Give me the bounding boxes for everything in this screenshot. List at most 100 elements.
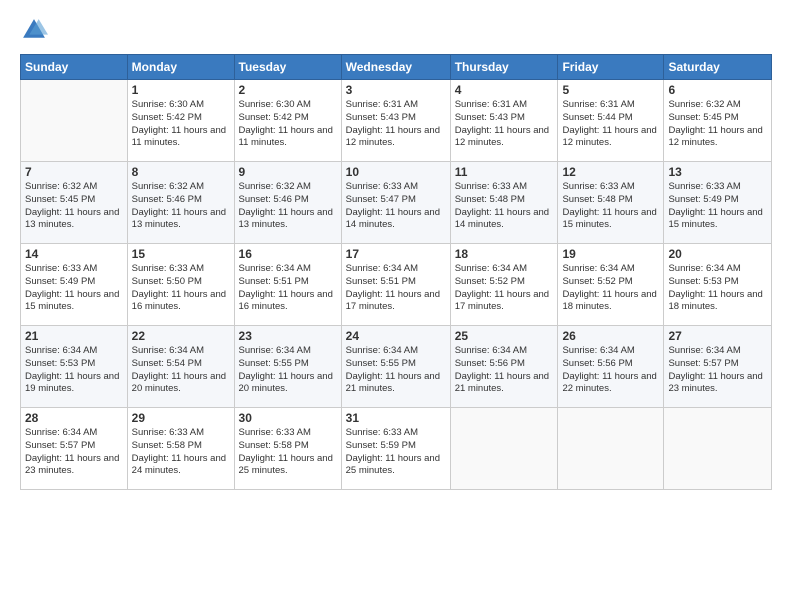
calendar-cell: 1 Sunrise: 6:30 AMSunset: 5:42 PMDaylight… bbox=[127, 80, 234, 162]
day-number: 19 bbox=[562, 247, 659, 261]
day-info: Sunrise: 6:34 AMSunset: 5:55 PMDaylight:… bbox=[346, 345, 446, 396]
day-number: 2 bbox=[239, 83, 337, 97]
day-info: Sunrise: 6:34 AMSunset: 5:56 PMDaylight:… bbox=[562, 345, 659, 396]
day-info: Sunrise: 6:34 AMSunset: 5:53 PMDaylight:… bbox=[668, 263, 767, 314]
day-info: Sunrise: 6:32 AMSunset: 5:45 PMDaylight:… bbox=[668, 99, 767, 150]
calendar-cell: 20 Sunrise: 6:34 AMSunset: 5:53 PMDayligh… bbox=[664, 244, 772, 326]
day-number: 4 bbox=[455, 83, 554, 97]
day-number: 1 bbox=[132, 83, 230, 97]
day-info: Sunrise: 6:33 AMSunset: 5:48 PMDaylight:… bbox=[562, 181, 659, 232]
day-info: Sunrise: 6:33 AMSunset: 5:47 PMDaylight:… bbox=[346, 181, 446, 232]
calendar-cell: 23 Sunrise: 6:34 AMSunset: 5:55 PMDayligh… bbox=[234, 326, 341, 408]
day-info: Sunrise: 6:33 AMSunset: 5:48 PMDaylight:… bbox=[455, 181, 554, 232]
day-info: Sunrise: 6:34 AMSunset: 5:56 PMDaylight:… bbox=[455, 345, 554, 396]
day-number: 18 bbox=[455, 247, 554, 261]
calendar-cell: 15Sunrise: 6:33 AMSunset: 5:50 PMDayligh… bbox=[127, 244, 234, 326]
calendar-cell: 17 Sunrise: 6:34 AMSunset: 5:51 PMDayligh… bbox=[341, 244, 450, 326]
day-number: 14 bbox=[25, 247, 123, 261]
day-info: Sunrise: 6:34 AMSunset: 5:51 PMDaylight:… bbox=[346, 263, 446, 314]
calendar-cell: 11 Sunrise: 6:33 AMSunset: 5:48 PMDayligh… bbox=[450, 162, 558, 244]
calendar-cell bbox=[664, 408, 772, 490]
day-number: 29 bbox=[132, 411, 230, 425]
day-info: Sunrise: 6:33 AMSunset: 5:49 PMDaylight:… bbox=[25, 263, 123, 314]
calendar-cell: 30 Sunrise: 6:33 AMSunset: 5:58 PMDayligh… bbox=[234, 408, 341, 490]
calendar-cell: 4 Sunrise: 6:31 AMSunset: 5:43 PMDaylight… bbox=[450, 80, 558, 162]
day-number: 6 bbox=[668, 83, 767, 97]
calendar-cell: 3Sunrise: 6:31 AMSunset: 5:43 PMDaylight… bbox=[341, 80, 450, 162]
day-info: Sunrise: 6:34 AMSunset: 5:52 PMDaylight:… bbox=[562, 263, 659, 314]
calendar-table: SundayMondayTuesdayWednesdayThursdayFrid… bbox=[20, 54, 772, 490]
day-number: 11 bbox=[455, 165, 554, 179]
calendar-cell: 5 Sunrise: 6:31 AMSunset: 5:44 PMDaylight… bbox=[558, 80, 664, 162]
calendar-cell: 7 Sunrise: 6:32 AMSunset: 5:45 PMDaylight… bbox=[21, 162, 128, 244]
day-info: Sunrise: 6:34 AMSunset: 5:53 PMDaylight:… bbox=[25, 345, 123, 396]
calendar-cell: 9Sunrise: 6:32 AMSunset: 5:46 PMDaylight… bbox=[234, 162, 341, 244]
day-info: Sunrise: 6:33 AMSunset: 5:58 PMDaylight:… bbox=[239, 427, 337, 478]
page: SundayMondayTuesdayWednesdayThursdayFrid… bbox=[0, 0, 792, 612]
calendar-cell: 14 Sunrise: 6:33 AMSunset: 5:49 PMDayligh… bbox=[21, 244, 128, 326]
day-number: 24 bbox=[346, 329, 446, 343]
calendar-cell: 29 Sunrise: 6:33 AMSunset: 5:58 PMDayligh… bbox=[127, 408, 234, 490]
week-row-4: 21Sunrise: 6:34 AMSunset: 5:53 PMDayligh… bbox=[21, 326, 772, 408]
day-number: 17 bbox=[346, 247, 446, 261]
day-number: 27 bbox=[668, 329, 767, 343]
day-info: Sunrise: 6:34 AMSunset: 5:52 PMDaylight:… bbox=[455, 263, 554, 314]
day-info: Sunrise: 6:34 AMSunset: 5:55 PMDaylight:… bbox=[239, 345, 337, 396]
day-info: Sunrise: 6:34 AMSunset: 5:57 PMDaylight:… bbox=[25, 427, 123, 478]
day-number: 23 bbox=[239, 329, 337, 343]
week-row-3: 14 Sunrise: 6:33 AMSunset: 5:49 PMDayligh… bbox=[21, 244, 772, 326]
calendar-cell: 19 Sunrise: 6:34 AMSunset: 5:52 PMDayligh… bbox=[558, 244, 664, 326]
col-header-friday: Friday bbox=[558, 55, 664, 80]
day-number: 16 bbox=[239, 247, 337, 261]
day-number: 10 bbox=[346, 165, 446, 179]
calendar-cell bbox=[558, 408, 664, 490]
day-info: Sunrise: 6:31 AMSunset: 5:43 PMDaylight:… bbox=[455, 99, 554, 150]
day-info: Sunrise: 6:30 AMSunset: 5:42 PMDaylight:… bbox=[132, 99, 230, 150]
day-info: Sunrise: 6:30 AMSunset: 5:42 PMDaylight:… bbox=[239, 99, 337, 150]
day-number: 28 bbox=[25, 411, 123, 425]
calendar-cell: 24 Sunrise: 6:34 AMSunset: 5:55 PMDayligh… bbox=[341, 326, 450, 408]
day-info: Sunrise: 6:33 AMSunset: 5:58 PMDaylight:… bbox=[132, 427, 230, 478]
day-info: Sunrise: 6:33 AMSunset: 5:49 PMDaylight:… bbox=[668, 181, 767, 232]
day-number: 25 bbox=[455, 329, 554, 343]
calendar-cell: 28 Sunrise: 6:34 AMSunset: 5:57 PMDayligh… bbox=[21, 408, 128, 490]
col-header-monday: Monday bbox=[127, 55, 234, 80]
day-number: 9 bbox=[239, 165, 337, 179]
day-number: 30 bbox=[239, 411, 337, 425]
header bbox=[20, 16, 772, 44]
calendar-cell: 6 Sunrise: 6:32 AMSunset: 5:45 PMDaylight… bbox=[664, 80, 772, 162]
week-row-1: 1 Sunrise: 6:30 AMSunset: 5:42 PMDaylight… bbox=[21, 80, 772, 162]
col-header-tuesday: Tuesday bbox=[234, 55, 341, 80]
calendar-cell: 10 Sunrise: 6:33 AMSunset: 5:47 PMDayligh… bbox=[341, 162, 450, 244]
calendar-header-row: SundayMondayTuesdayWednesdayThursdayFrid… bbox=[21, 55, 772, 80]
week-row-5: 28 Sunrise: 6:34 AMSunset: 5:57 PMDayligh… bbox=[21, 408, 772, 490]
logo-icon bbox=[20, 16, 48, 44]
calendar-cell: 22 Sunrise: 6:34 AMSunset: 5:54 PMDayligh… bbox=[127, 326, 234, 408]
day-number: 15 bbox=[132, 247, 230, 261]
day-number: 7 bbox=[25, 165, 123, 179]
day-number: 5 bbox=[562, 83, 659, 97]
day-info: Sunrise: 6:34 AMSunset: 5:57 PMDaylight:… bbox=[668, 345, 767, 396]
col-header-wednesday: Wednesday bbox=[341, 55, 450, 80]
calendar-cell: 12 Sunrise: 6:33 AMSunset: 5:48 PMDayligh… bbox=[558, 162, 664, 244]
calendar-cell: 18 Sunrise: 6:34 AMSunset: 5:52 PMDayligh… bbox=[450, 244, 558, 326]
calendar-cell: 16 Sunrise: 6:34 AMSunset: 5:51 PMDayligh… bbox=[234, 244, 341, 326]
calendar-cell: 2 Sunrise: 6:30 AMSunset: 5:42 PMDaylight… bbox=[234, 80, 341, 162]
day-number: 3 bbox=[346, 83, 446, 97]
col-header-sunday: Sunday bbox=[21, 55, 128, 80]
day-info: Sunrise: 6:34 AMSunset: 5:54 PMDaylight:… bbox=[132, 345, 230, 396]
day-info: Sunrise: 6:32 AMSunset: 5:46 PMDaylight:… bbox=[132, 181, 230, 232]
day-number: 22 bbox=[132, 329, 230, 343]
day-number: 12 bbox=[562, 165, 659, 179]
day-info: Sunrise: 6:34 AMSunset: 5:51 PMDaylight:… bbox=[239, 263, 337, 314]
col-header-thursday: Thursday bbox=[450, 55, 558, 80]
logo bbox=[20, 16, 50, 44]
day-number: 13 bbox=[668, 165, 767, 179]
day-number: 31 bbox=[346, 411, 446, 425]
day-info: Sunrise: 6:32 AMSunset: 5:45 PMDaylight:… bbox=[25, 181, 123, 232]
week-row-2: 7 Sunrise: 6:32 AMSunset: 5:45 PMDaylight… bbox=[21, 162, 772, 244]
day-info: Sunrise: 6:31 AMSunset: 5:44 PMDaylight:… bbox=[562, 99, 659, 150]
day-number: 20 bbox=[668, 247, 767, 261]
day-info: Sunrise: 6:33 AMSunset: 5:59 PMDaylight:… bbox=[346, 427, 446, 478]
day-number: 26 bbox=[562, 329, 659, 343]
